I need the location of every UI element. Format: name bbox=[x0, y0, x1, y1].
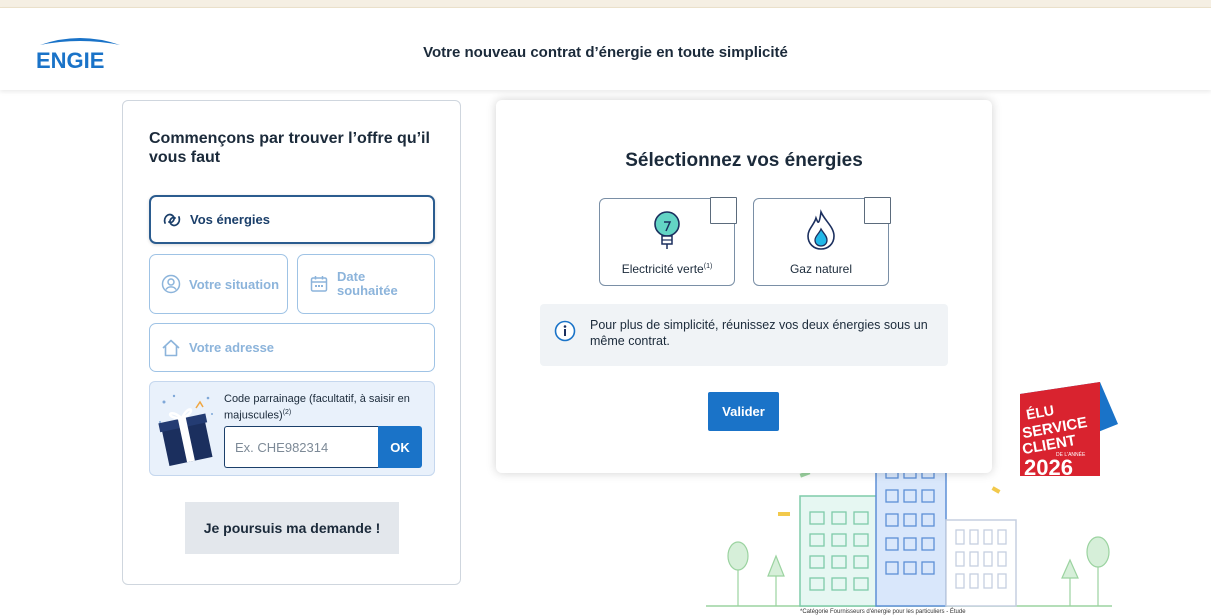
step-energies-label: Vos énergies bbox=[190, 212, 270, 227]
badge-year: 2026 bbox=[1024, 455, 1073, 476]
info-box: Pour plus de simplicité, réunissez vos d… bbox=[540, 304, 948, 366]
step-adresse-label: Votre adresse bbox=[189, 340, 275, 355]
option-electricite-verte[interactable]: Electricité verte(1) bbox=[599, 197, 737, 286]
referral-code-box: Code parrainage (facultatif, à saisir en… bbox=[149, 381, 435, 476]
electricite-label: Electricité verte(1) bbox=[600, 262, 734, 276]
flame-icon bbox=[807, 209, 835, 250]
gaz-label: Gaz naturel bbox=[789, 262, 853, 276]
referral-label-note: (2) bbox=[282, 409, 292, 416]
modal-title: Sélectionnez vos énergies bbox=[625, 150, 863, 171]
electricite-label-note: (1) bbox=[703, 263, 713, 270]
offer-finder-panel: Commençons par trouver l’offre qu’il vou… bbox=[122, 100, 461, 585]
site-header: ENGIE Votre nouveau contrat d’énergie en… bbox=[0, 8, 1211, 90]
service-client-badge: ÉLU SERVICE CLIENT DE L'ANNÉE 2026 bbox=[1020, 382, 1118, 476]
referral-code-label: Code parrainage (facultatif, à saisir en… bbox=[224, 392, 434, 423]
continue-button[interactable]: Je poursuis ma demande ! bbox=[185, 502, 399, 554]
step-situation-label: Votre situation bbox=[189, 276, 280, 292]
step-energies[interactable]: Vos énergies bbox=[149, 195, 435, 244]
option-gaz-naturel[interactable]: Gaz naturel bbox=[753, 197, 891, 286]
referral-ok-button[interactable]: OK bbox=[378, 426, 422, 468]
energy-selection-modal: Sélectionnez vos énergies Electricité ve… bbox=[496, 100, 992, 473]
top-accent-line bbox=[0, 0, 1211, 8]
referral-label-text: Code parrainage (facultatif, à saisir en… bbox=[224, 393, 410, 422]
electricite-label-text: Electricité verte bbox=[621, 262, 704, 276]
calendar-icon bbox=[308, 273, 330, 295]
referral-code-input[interactable] bbox=[224, 426, 378, 468]
gift-icon bbox=[158, 394, 213, 467]
info-icon bbox=[554, 320, 576, 342]
page-title: Votre nouveau contrat d’énergie en toute… bbox=[423, 44, 788, 61]
validate-button[interactable]: Valider bbox=[708, 392, 779, 431]
electricite-checkbox[interactable] bbox=[710, 197, 737, 224]
step-date-label: Date souhaitée bbox=[337, 269, 398, 298]
gaz-checkbox[interactable] bbox=[864, 197, 891, 224]
lightbulb-icon bbox=[654, 211, 680, 249]
footnote: *Catégorie Fournisseurs d'énergie pour l… bbox=[800, 609, 966, 615]
step-date[interactable]: Date souhaitée bbox=[297, 254, 435, 314]
panel-title: Commençons par trouver l’offre qu’il vou… bbox=[149, 130, 430, 166]
step-adresse[interactable]: Votre adresse bbox=[149, 323, 435, 372]
user-icon bbox=[160, 273, 182, 295]
info-text: Pour plus de simplicité, réunissez vos d… bbox=[590, 318, 928, 348]
energy-swirl-icon bbox=[161, 209, 183, 231]
step-situation[interactable]: Votre situation bbox=[149, 254, 288, 314]
home-icon bbox=[160, 337, 182, 359]
